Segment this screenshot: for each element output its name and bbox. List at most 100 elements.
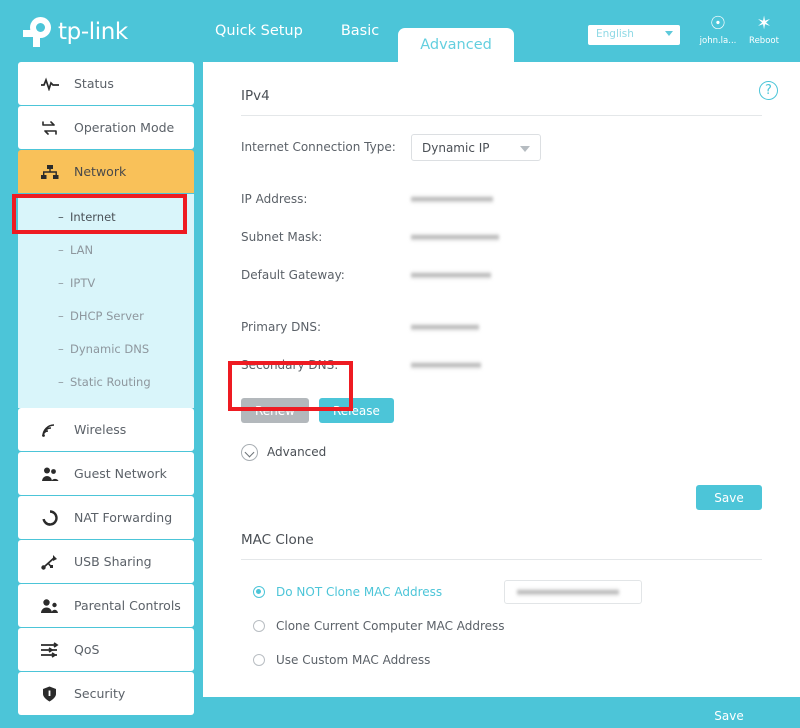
sitemap-icon: [40, 162, 66, 182]
primary-dns-label: Primary DNS:: [241, 320, 322, 334]
radio-use-custom-mac[interactable]: [253, 653, 265, 666]
reboot-icon: ✶: [756, 13, 772, 34]
user-location-icon: ☉: [709, 13, 727, 34]
sidebar-item-usb-sharing[interactable]: USB Sharing: [18, 540, 194, 583]
question-mark-icon[interactable]: ?: [759, 81, 778, 100]
connection-type-select[interactable]: Dynamic IP: [411, 133, 541, 161]
sidebar-item-label: NAT Forwarding: [74, 510, 173, 525]
mac-clone-save-row: Save: [241, 703, 762, 728]
connection-type-value: Dynamic IP: [422, 140, 490, 155]
tab-quick-setup[interactable]: Quick Setup: [196, 0, 322, 62]
subnet-mask-value: [411, 232, 499, 242]
dash-icon: –: [58, 374, 64, 389]
sidebar-item-qos[interactable]: QoS: [18, 628, 194, 671]
parental-icon: [40, 596, 66, 616]
chevron-down-icon: [520, 145, 530, 152]
sidebar-item-dhcp-server[interactable]: – DHCP Server: [18, 299, 194, 332]
sidebar-item-label: Status: [74, 76, 114, 91]
shield-icon: [40, 684, 66, 704]
sidebar-item-label: Guest Network: [74, 466, 167, 481]
reboot-label: Reboot: [749, 36, 779, 46]
advanced-label: Advanced: [267, 445, 327, 459]
dash-icon: –: [58, 341, 64, 356]
sidebar-item-operation-mode[interactable]: Operation Mode: [18, 106, 194, 149]
ip-address-value: [411, 194, 493, 204]
reboot-button[interactable]: ✶ Reboot: [742, 13, 786, 46]
sidebar-nav: Status Operation Mode Network – Internet…: [18, 62, 194, 716]
sidebar-item-wireless[interactable]: Wireless: [18, 408, 194, 451]
main-tabs: Quick Setup Basic Advanced: [196, 0, 514, 62]
language-value: English: [596, 28, 634, 40]
section-title-mac-clone: MAC Clone: [241, 532, 314, 548]
pulse-icon: [40, 74, 66, 94]
dash-icon: –: [58, 242, 64, 257]
chevron-down-icon: [665, 31, 673, 36]
radio-label-use-custom-mac[interactable]: Use Custom MAC Address: [276, 653, 430, 667]
sidebar-item-label: Operation Mode: [74, 120, 175, 135]
sidebar-item-nat-forwarding[interactable]: NAT Forwarding: [18, 496, 194, 539]
renew-button[interactable]: Renew: [241, 398, 309, 423]
save-button-mac-clone[interactable]: Save: [696, 703, 762, 728]
subnet-mask-row: Subnet Mask:: [241, 222, 762, 252]
sidebar-item-network[interactable]: Network: [18, 150, 194, 193]
sidebar-item-dynamic-dns[interactable]: – Dynamic DNS: [18, 332, 194, 365]
radio-label-do-not-clone[interactable]: Do NOT Clone MAC Address: [276, 585, 442, 599]
dash-icon: –: [58, 308, 64, 323]
sidebar-subitem-label: DHCP Server: [70, 308, 144, 323]
network-submenu: – Internet – LAN – IPTV – DHCP Server – …: [18, 194, 194, 408]
main-content-panel: ? IPv4 Internet Connection Type: Dynamic…: [203, 62, 800, 728]
ip-address-row: IP Address:: [241, 184, 762, 214]
mac-option-row-use-custom: Use Custom MAC Address: [241, 644, 762, 675]
header-actions: English ☉ john.la... ✶ Reboot: [588, 13, 786, 46]
sidebar-subitem-label: IPTV: [70, 275, 96, 290]
sidebar-subitem-label: LAN: [70, 242, 94, 257]
account-label: john.la...: [699, 36, 737, 46]
sidebar-item-internet[interactable]: – Internet: [18, 200, 194, 233]
radio-clone-current-computer[interactable]: [253, 619, 265, 632]
sidebar-item-lan[interactable]: – LAN: [18, 233, 194, 266]
sidebar-item-label: Network: [74, 164, 127, 179]
advanced-expander[interactable]: Advanced: [241, 437, 361, 467]
default-gateway-value: [411, 270, 491, 280]
tp-link-logo: tp-link: [22, 14, 128, 50]
sidebar-item-static-routing[interactable]: – Static Routing: [18, 365, 194, 398]
sidebar-item-security[interactable]: Security: [18, 672, 194, 715]
mac-option-row-clone-current: Clone Current Computer MAC Address: [241, 610, 762, 641]
save-button-ipv4[interactable]: Save: [696, 485, 762, 510]
connection-type-row: Internet Connection Type: Dynamic IP: [241, 132, 762, 162]
secondary-dns-value: [411, 360, 481, 370]
language-select[interactable]: English: [588, 25, 680, 45]
sidebar-item-label: Parental Controls: [74, 598, 181, 613]
tab-basic[interactable]: Basic: [322, 0, 398, 62]
dash-icon: –: [58, 209, 64, 224]
radio-do-not-clone[interactable]: [253, 585, 265, 598]
tab-advanced[interactable]: Advanced: [398, 28, 514, 62]
mac-address-input[interactable]: [504, 579, 643, 604]
sidebar-item-iptv[interactable]: – IPTV: [18, 266, 194, 299]
chevron-down-circle-icon: [241, 443, 258, 461]
sidebar-item-label: QoS: [74, 642, 100, 657]
sidebar-item-label: Security: [74, 686, 126, 701]
sidebar-item-guest-network[interactable]: Guest Network: [18, 452, 194, 495]
dash-icon: –: [58, 275, 64, 290]
primary-dns-row: Primary DNS:: [241, 312, 762, 342]
tp-link-logo-mark: [22, 17, 52, 47]
sliders-icon: [40, 640, 66, 660]
swap-arrows-icon: [40, 118, 66, 138]
sidebar-subitem-label: Static Routing: [70, 374, 151, 389]
ip-address-label: IP Address:: [241, 192, 308, 206]
divider: [241, 559, 762, 560]
account-button[interactable]: ☉ john.la...: [696, 13, 740, 46]
secondary-dns-row: Secondary DNS:: [241, 350, 762, 380]
secondary-dns-label: Secondary DNS:: [241, 358, 339, 372]
default-gateway-row: Default Gateway:: [241, 260, 762, 290]
wifi-icon: [40, 420, 66, 440]
section-title-ipv4: IPv4: [241, 88, 270, 104]
release-button[interactable]: Release: [318, 398, 394, 423]
sidebar-item-parental-controls[interactable]: Parental Controls: [18, 584, 194, 627]
radio-label-clone-current-computer[interactable]: Clone Current Computer MAC Address: [276, 619, 505, 633]
sidebar-item-status[interactable]: Status: [18, 62, 194, 105]
primary-dns-value: [411, 322, 479, 332]
sidebar-item-label: USB Sharing: [74, 554, 152, 569]
usb-icon: [40, 552, 66, 572]
